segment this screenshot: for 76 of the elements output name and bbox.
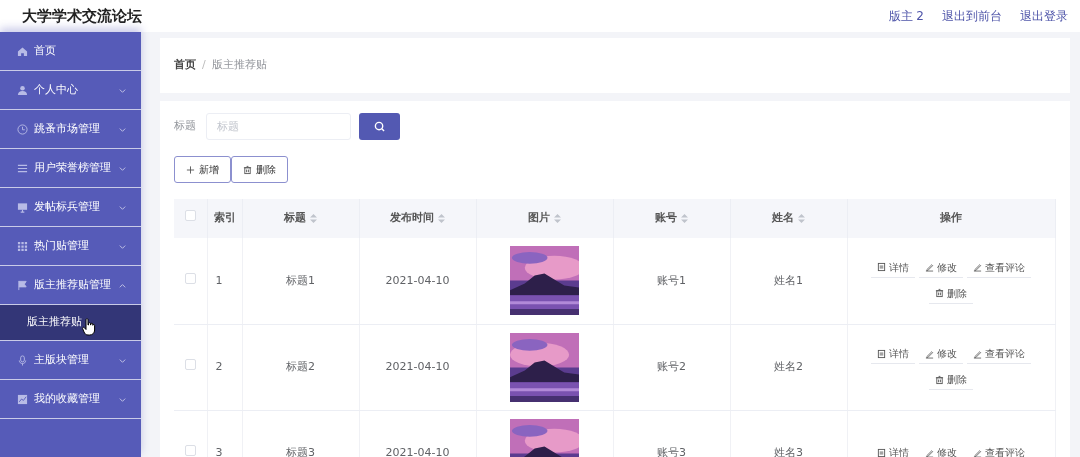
column-header[interactable]: 账号 bbox=[655, 211, 677, 225]
pencil-icon bbox=[973, 447, 982, 457]
sidebar-item[interactable]: 我的收藏管理 bbox=[0, 380, 141, 419]
delete-button[interactable]: 删除 bbox=[231, 156, 288, 183]
table-cell: 账号1 bbox=[657, 273, 686, 287]
sidebar-item[interactable]: 跳蚤市场管理 bbox=[0, 110, 141, 149]
table-cell: 账号3 bbox=[657, 445, 686, 457]
column-header[interactable]: 发布时间 bbox=[390, 211, 434, 225]
search-label: 标题 bbox=[174, 118, 196, 135]
table-cell: 2021-04-10 bbox=[385, 445, 450, 457]
breadcrumb-separator: / bbox=[202, 57, 206, 74]
select-all-checkbox[interactable] bbox=[184, 210, 196, 222]
site-title: 大学学术交流论坛 bbox=[22, 5, 142, 27]
pencil-icon bbox=[925, 348, 934, 359]
table-cell: 标题1 bbox=[286, 273, 315, 287]
add-button[interactable]: 新增 bbox=[174, 156, 231, 183]
column-header: 索引 bbox=[213, 211, 236, 225]
column-header: 操作 bbox=[940, 211, 962, 225]
table-cell: 3 bbox=[215, 445, 223, 457]
sidebar-item[interactable]: 主版块管理 bbox=[0, 341, 141, 380]
hand-cursor-icon bbox=[82, 318, 96, 336]
document-icon bbox=[877, 447, 886, 457]
sort-icon[interactable] bbox=[554, 213, 561, 223]
pencil-icon bbox=[925, 262, 934, 273]
pencil-icon bbox=[973, 348, 982, 359]
home-icon bbox=[17, 45, 28, 57]
row-checkbox[interactable] bbox=[184, 444, 196, 456]
table-cell: 标题3 bbox=[286, 445, 315, 457]
pencil-icon bbox=[973, 262, 982, 273]
document-icon bbox=[877, 348, 886, 359]
sidebar-item[interactable]: 发帖标兵管理 bbox=[0, 188, 141, 227]
table-cell: 姓名1 bbox=[774, 273, 803, 287]
column-header[interactable]: 图片 bbox=[528, 211, 550, 225]
search-button[interactable] bbox=[359, 113, 400, 140]
table-cell: 账号2 bbox=[657, 359, 686, 373]
breadcrumb-link[interactable]: 首页 bbox=[174, 57, 196, 74]
table-cell: 2 bbox=[215, 359, 223, 373]
sidebar-item[interactable]: 版主推荐贴管理 bbox=[0, 266, 141, 305]
sort-icon[interactable] bbox=[681, 213, 688, 223]
monitor-icon bbox=[17, 201, 28, 213]
table-cell: 1 bbox=[215, 273, 223, 287]
pencil-icon bbox=[925, 447, 934, 457]
table-cell: 姓名2 bbox=[774, 359, 803, 373]
grid-icon bbox=[17, 240, 28, 252]
row-checkbox[interactable] bbox=[184, 358, 196, 370]
header-link[interactable]: 退出登录 bbox=[1020, 8, 1068, 23]
user-icon bbox=[17, 84, 28, 96]
sidebar-item[interactable]: 用户荣誉榜管理 bbox=[0, 149, 141, 188]
sidebar-item[interactable]: 热门贴管理 bbox=[0, 227, 141, 266]
trash-icon bbox=[935, 288, 944, 299]
column-header[interactable]: 姓名 bbox=[772, 211, 794, 225]
sidebar-item[interactable]: 首页 bbox=[0, 32, 141, 71]
header-link[interactable]: 版主 2 bbox=[888, 8, 924, 23]
clock-icon bbox=[17, 123, 28, 135]
list-icon bbox=[17, 162, 28, 174]
plus-icon bbox=[186, 164, 195, 175]
document-icon bbox=[877, 262, 886, 273]
row-checkbox[interactable] bbox=[184, 272, 196, 284]
breadcrumb-current: 版主推荐贴 bbox=[211, 57, 267, 74]
sidebar-item[interactable]: 个人中心 bbox=[0, 71, 141, 110]
sidebar-subitem[interactable]: 版主推荐贴 bbox=[0, 305, 141, 341]
header-link[interactable]: 退出到前台 bbox=[942, 8, 1002, 23]
sort-icon[interactable] bbox=[798, 213, 805, 223]
sort-icon[interactable] bbox=[438, 213, 445, 223]
table-cell: 2021-04-10 bbox=[385, 273, 450, 287]
sort-icon[interactable] bbox=[310, 213, 317, 223]
trash-icon bbox=[243, 164, 252, 175]
column-header[interactable]: 标题 bbox=[284, 211, 306, 225]
trash-icon bbox=[935, 374, 944, 385]
table-cell: 2021-04-10 bbox=[385, 359, 450, 373]
microphone-icon bbox=[17, 354, 28, 366]
table-cell: 标题2 bbox=[286, 359, 315, 373]
table-cell: 姓名3 bbox=[774, 445, 803, 457]
chart-icon bbox=[17, 393, 28, 405]
search-icon bbox=[374, 121, 385, 132]
flag-icon bbox=[17, 279, 28, 291]
